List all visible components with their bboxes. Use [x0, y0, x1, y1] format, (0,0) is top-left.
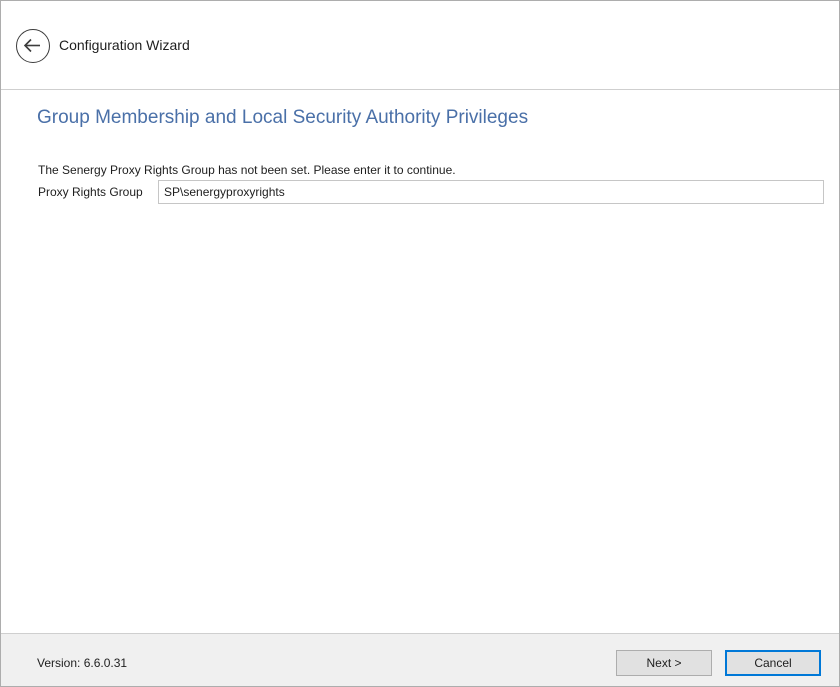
arrow-left-icon — [23, 38, 40, 53]
wizard-content: Group Membership and Local Security Auth… — [1, 90, 839, 633]
wizard-window: Configuration Wizard Group Membership an… — [0, 0, 840, 687]
proxy-rights-group-input[interactable] — [158, 180, 824, 204]
version-label: Version: 6.6.0.31 — [37, 656, 128, 670]
page-title: Group Membership and Local Security Auth… — [37, 107, 529, 128]
instruction-message: The Senergy Proxy Rights Group has not b… — [38, 163, 456, 177]
cancel-button[interactable]: Cancel — [725, 650, 821, 676]
back-button[interactable] — [16, 29, 50, 63]
wizard-footer: Version: 6.6.0.31 Next > Cancel — [1, 633, 839, 686]
wizard-header: Configuration Wizard — [1, 1, 839, 90]
next-button[interactable]: Next > — [616, 650, 712, 676]
wizard-title: Configuration Wizard — [59, 37, 190, 53]
proxy-rights-group-label: Proxy Rights Group — [38, 185, 143, 199]
